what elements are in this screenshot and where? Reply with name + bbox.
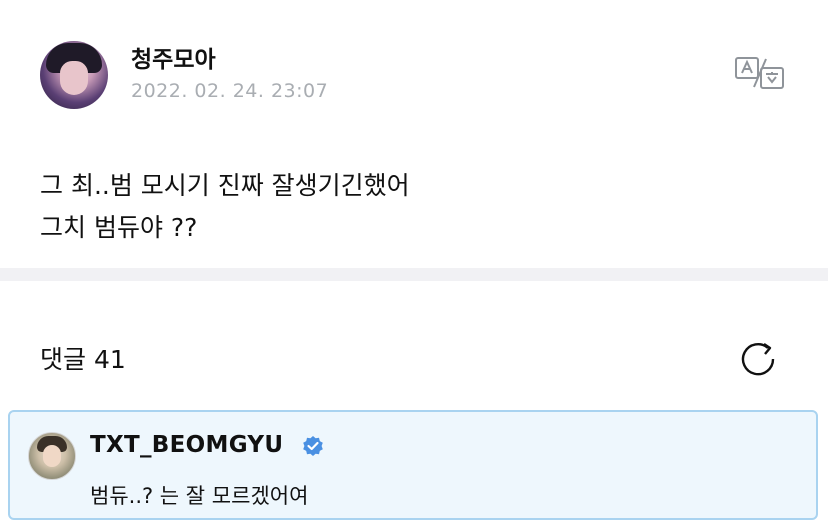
- refresh-button[interactable]: [740, 340, 780, 378]
- post-date: 2022. 02. 24. 23:07: [131, 80, 329, 102]
- author-avatar[interactable]: [40, 41, 108, 109]
- pinned-reply[interactable]: TXT_BEOMGYU 범듀..? 는 잘 모르겠어여: [8, 410, 818, 520]
- section-divider: [0, 268, 828, 281]
- reply-text: 범듀..? 는 잘 모르겠어여: [90, 484, 309, 508]
- post-body: 그 최..범 모시기 진짜 잘생기긴했어 그치 범듀야 ??: [40, 165, 410, 249]
- reply-avatar[interactable]: [28, 432, 76, 480]
- post-line: 그치 범듀야 ??: [40, 213, 198, 242]
- refresh-icon: [741, 343, 775, 376]
- comments-count: 41: [93, 345, 126, 374]
- post-line: 그 최..범 모시기 진짜 잘생기긴했어: [40, 171, 410, 200]
- post-page: 청주모아 2022. 02. 24. 23:07 그 최..범 모시기 진짜 잘…: [0, 0, 828, 524]
- translate-button[interactable]: [734, 55, 786, 91]
- translate-icon: [735, 57, 784, 89]
- avatar-face: [60, 61, 88, 95]
- comments-label: 댓글: [40, 345, 87, 374]
- avatar-face: [43, 445, 61, 467]
- reply-author[interactable]: TXT_BEOMGYU: [90, 432, 283, 458]
- author-name[interactable]: 청주모아: [131, 40, 216, 74]
- verified-badge-icon: [303, 436, 323, 456]
- comments-header: 댓글 41: [40, 340, 126, 376]
